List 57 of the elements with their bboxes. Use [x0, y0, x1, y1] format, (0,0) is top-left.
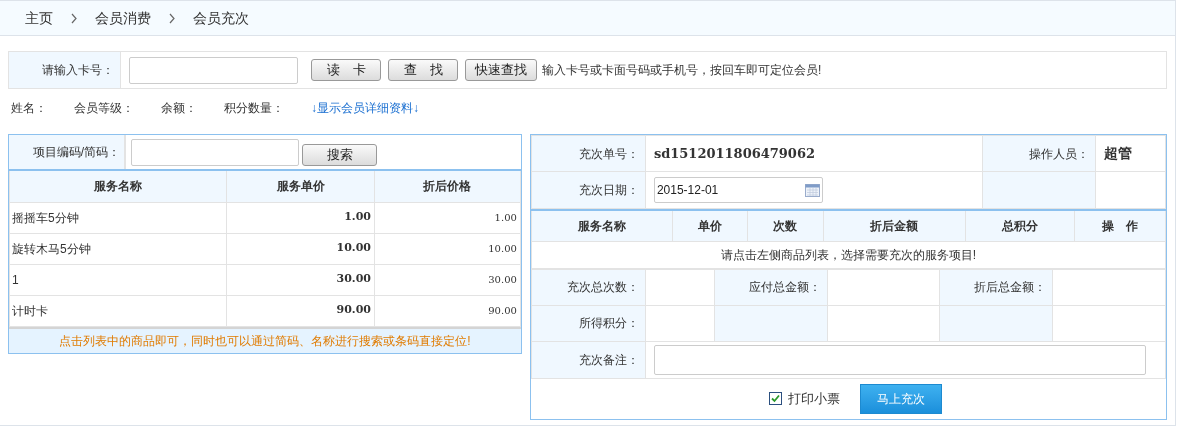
- chevron-right-icon: [71, 12, 77, 24]
- item-code-field[interactable]: [131, 138, 299, 166]
- column-header: 折后金额: [823, 210, 966, 241]
- total-label: 充次总次数：: [531, 269, 646, 305]
- card-number-field[interactable]: [129, 56, 298, 84]
- service-list-note: 点击列表中的商品即可，同时也可以通过简码、名称进行搜索或条码直接定位!: [9, 326, 521, 353]
- date-label: 充次日期：: [531, 171, 646, 209]
- print-receipt-label: 打印小票: [787, 389, 840, 408]
- breadcrumb-link[interactable]: 会员消费: [95, 7, 151, 29]
- table-cell[interactable]: 1.00: [226, 202, 375, 233]
- calendar-icon[interactable]: [804, 183, 820, 197]
- column-header: 服务名称: [531, 210, 673, 241]
- empty-list-message: 请点击左侧商品列表，选择需要充次的服务项目!: [531, 241, 1166, 268]
- operator-label: 操作人员：: [982, 135, 1096, 172]
- column-header: 折后价格: [374, 171, 521, 202]
- breadcrumb-link[interactable]: 主页: [25, 7, 53, 29]
- table-cell[interactable]: 10.00: [374, 233, 521, 264]
- table-cell[interactable]: 旋转木马5分钟: [9, 233, 227, 264]
- read-card-button[interactable]: 读 卡: [311, 59, 381, 81]
- column-header: 单价: [672, 210, 748, 241]
- print-receipt-checkbox[interactable]: [768, 392, 782, 405]
- column-header: 次数: [747, 210, 824, 241]
- member-field-label: 积分数量：: [224, 100, 284, 117]
- table-cell[interactable]: 90.00: [374, 295, 521, 326]
- order-number-label: 充次单号：: [531, 135, 646, 172]
- column-header: 操 作: [1074, 210, 1166, 241]
- operator-name: 超管: [1095, 135, 1166, 172]
- card-search-hint: 输入卡号或卡面号码或手机号，按回车即可定位会员!: [542, 62, 822, 79]
- member-field-label: 余额：: [161, 100, 197, 117]
- table-cell[interactable]: 30.00: [226, 264, 375, 295]
- find-button[interactable]: 查 找: [388, 59, 458, 81]
- member-field-label: 会员等级：: [74, 100, 134, 117]
- table-cell[interactable]: 30.00: [374, 264, 521, 295]
- column-header: 服务名称: [9, 171, 227, 202]
- quick-find-button[interactable]: 快速查找: [465, 59, 537, 81]
- card-number-label: 请输入卡号：: [42, 62, 114, 79]
- table-cell[interactable]: 计时卡: [9, 295, 227, 326]
- search-button[interactable]: 搜索: [302, 144, 377, 166]
- notes-label: 充次备注：: [531, 341, 646, 378]
- breadcrumb-link[interactable]: 会员充次: [193, 7, 249, 29]
- table-cell[interactable]: 1.00: [374, 202, 521, 233]
- total-label: 所得积分：: [531, 305, 646, 341]
- table-cell[interactable]: 90.00: [226, 295, 375, 326]
- order-number: sd1512011806479062: [645, 135, 983, 172]
- date-field[interactable]: 2015-12-01: [653, 177, 823, 203]
- chevron-right-icon: [169, 12, 175, 24]
- column-header: 总积分: [965, 210, 1075, 241]
- total-label: 应付总金额：: [714, 269, 828, 305]
- member-field-label: 姓名：: [11, 100, 47, 117]
- table-cell[interactable]: 1: [9, 264, 227, 295]
- total-label: 折后总金额：: [939, 269, 1053, 305]
- member-details-link[interactable]: ↓显示会员详细资料↓: [311, 99, 419, 117]
- item-code-label: 项目编码/简码：: [32, 144, 120, 161]
- table-cell[interactable]: 10.00: [226, 233, 375, 264]
- table-cell[interactable]: 摇摇车5分钟: [9, 202, 227, 233]
- column-header: 服务单价: [226, 171, 375, 202]
- notes-field[interactable]: [653, 344, 1146, 375]
